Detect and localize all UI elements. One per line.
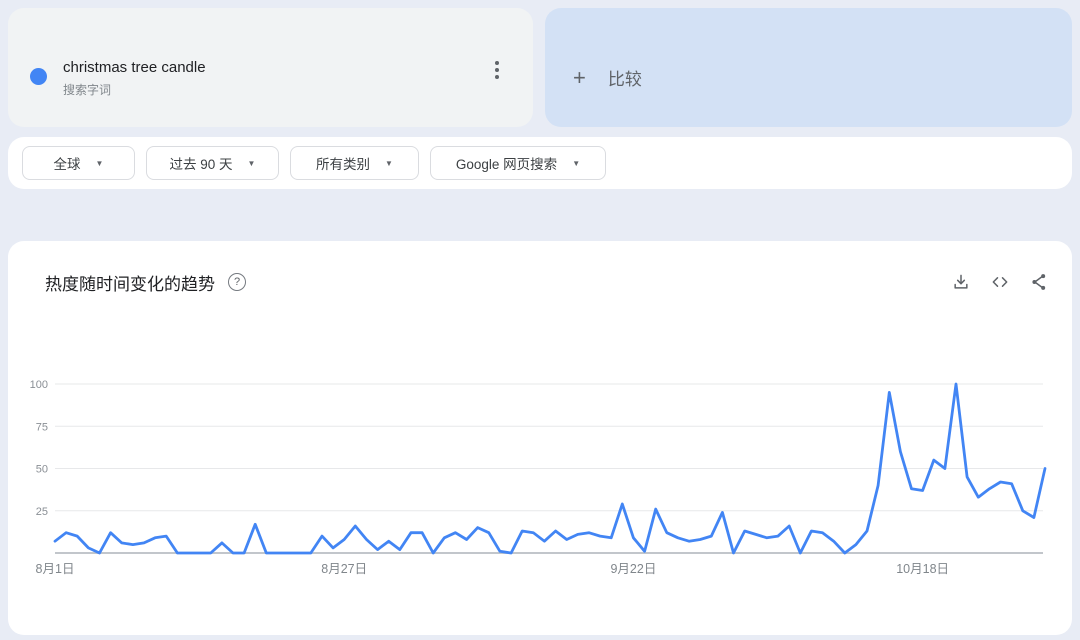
add-comparison-label: 比较 [607,70,642,89]
interest-over-time-chart[interactable]: 100 75 50 25 8月1日 8月27日 9月22日 10月18日 [8,241,1072,635]
kebab-dot-icon [495,75,499,79]
add-comparison-inner: + 比较 [573,65,642,90]
search-term-label: christmas tree candle [63,59,206,76]
geo-filter-label: 全球 [53,157,81,172]
x-axis-tick-label: 9月22日 [610,562,656,576]
chevron-down-icon: ▼ [572,159,581,168]
time-range-filter-label: 过去 90 天 [169,157,233,172]
x-axis-tick-label: 8月1日 [36,562,75,576]
search-type-filter-label: Google 网页搜索 [455,157,558,172]
plus-icon: + [573,64,586,90]
kebab-dot-icon [495,61,499,65]
category-filter-dropdown[interactable]: 所有类别 ▼ [290,146,419,180]
category-filter-label: 所有类别 [316,157,371,172]
search-type-filter-dropdown[interactable]: Google 网页搜索 ▼ [430,146,606,180]
y-axis-tick-label: 25 [36,506,48,518]
chevron-down-icon: ▼ [385,159,393,168]
add-comparison-card[interactable]: + 比较 [545,8,1072,127]
search-term-type: 搜索字词 [63,83,112,97]
x-axis-tick-label: 10月18日 [896,562,949,576]
search-term-card: christmas tree candle 搜索字词 [8,8,533,127]
term-options-menu-button[interactable] [483,56,511,84]
y-axis-tick-label: 100 [30,379,48,391]
chevron-down-icon: ▼ [95,159,104,168]
interest-over-time-card: 热度随时间变化的趋势 ? 100 75 50 25 8月1日 8月27日 9月2… [8,241,1072,635]
filter-bar: 全球 ▼ 过去 90 天 ▼ 所有类别 ▼ Google 网页搜索 ▼ [8,137,1072,189]
time-range-filter-dropdown[interactable]: 过去 90 天 ▼ [146,146,279,180]
y-axis-tick-label: 50 [36,464,48,476]
chevron-down-icon: ▼ [247,159,256,168]
series-color-dot-icon [30,68,47,85]
geo-filter-dropdown[interactable]: 全球 ▼ [22,146,135,180]
y-axis-tick-label: 75 [36,421,48,433]
kebab-dot-icon [495,68,499,72]
x-axis-tick-label: 8月27日 [321,562,367,576]
